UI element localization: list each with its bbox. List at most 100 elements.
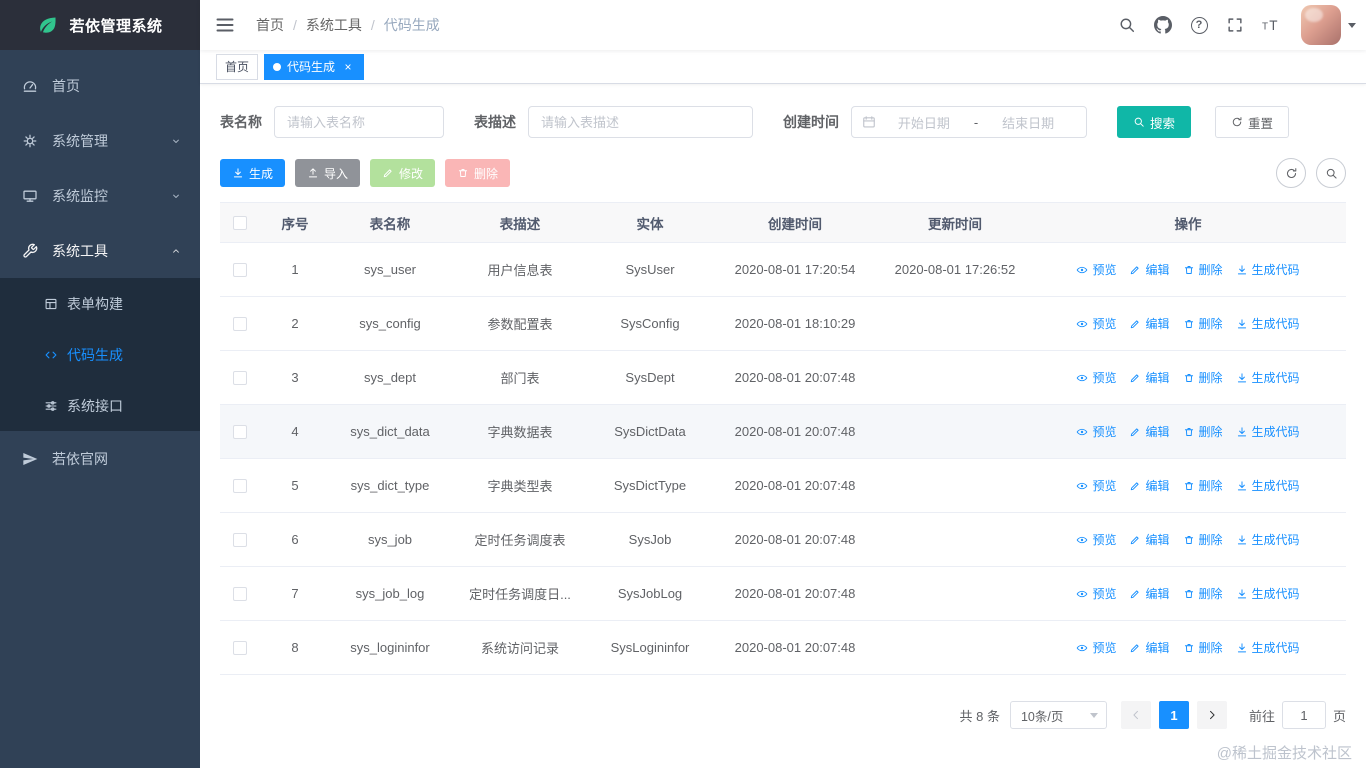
generate-code-link[interactable]: 生成代码 bbox=[1236, 315, 1300, 332]
sidebar-item-code-generation[interactable]: 代码生成 bbox=[0, 329, 200, 380]
table-row[interactable]: 4 sys_dict_data 字典数据表 SysDictData 2020-0… bbox=[220, 405, 1346, 459]
delete-link[interactable]: 删除 bbox=[1183, 369, 1223, 386]
sidebar-item-form-builder[interactable]: 表单构建 bbox=[0, 278, 200, 329]
sidebar-item-system-monitor[interactable]: 系统监控 bbox=[0, 168, 200, 223]
table-name-input[interactable] bbox=[274, 106, 444, 138]
font-size-button[interactable] bbox=[1253, 0, 1289, 50]
previous-page-button[interactable] bbox=[1121, 701, 1151, 729]
preview-link[interactable]: 预览 bbox=[1076, 531, 1116, 548]
sidebar-item-system-api[interactable]: 系统接口 bbox=[0, 380, 200, 431]
cell-entity: SysJobLog bbox=[590, 586, 710, 601]
delete-link[interactable]: 删除 bbox=[1183, 315, 1223, 332]
user-menu[interactable] bbox=[1301, 5, 1356, 45]
download-icon bbox=[1236, 534, 1248, 546]
breadcrumb-item[interactable]: 系统工具 bbox=[306, 15, 362, 35]
row-checkbox[interactable] bbox=[233, 371, 247, 385]
column-header-entity: 实体 bbox=[590, 213, 710, 233]
preview-link[interactable]: 预览 bbox=[1076, 639, 1116, 656]
edit-icon bbox=[1129, 642, 1141, 654]
edit-link[interactable]: 编辑 bbox=[1129, 315, 1169, 332]
reset-button[interactable]: 重置 bbox=[1215, 106, 1289, 138]
table-row[interactable]: 2 sys_config 参数配置表 SysConfig 2020-08-01 … bbox=[220, 297, 1346, 351]
delete-link[interactable]: 删除 bbox=[1183, 477, 1223, 494]
row-checkbox[interactable] bbox=[233, 263, 247, 277]
cell-table-desc: 参数配置表 bbox=[450, 314, 590, 333]
select-all-checkbox[interactable] bbox=[233, 216, 247, 230]
app-logo[interactable]: 若依管理系统 bbox=[0, 0, 200, 50]
edit-link[interactable]: 编辑 bbox=[1129, 261, 1169, 278]
toggle-search-button[interactable] bbox=[1316, 158, 1346, 188]
edit-link[interactable]: 编辑 bbox=[1129, 531, 1169, 548]
row-checkbox[interactable] bbox=[233, 641, 247, 655]
next-page-button[interactable] bbox=[1197, 701, 1227, 729]
eye-icon bbox=[1076, 480, 1088, 492]
table-row[interactable]: 5 sys_dict_type 字典类型表 SysDictType 2020-0… bbox=[220, 459, 1346, 513]
date-range-picker[interactable]: 开始日期 - 结束日期 bbox=[851, 106, 1087, 138]
preview-link[interactable]: 预览 bbox=[1076, 315, 1116, 332]
edit-link[interactable]: 编辑 bbox=[1129, 369, 1169, 386]
cell-created: 2020-08-01 20:07:48 bbox=[710, 532, 880, 547]
table-desc-input[interactable] bbox=[528, 106, 753, 138]
edit-link[interactable]: 编辑 bbox=[1129, 477, 1169, 494]
generate-code-link[interactable]: 生成代码 bbox=[1236, 585, 1300, 602]
preview-link[interactable]: 预览 bbox=[1076, 423, 1116, 440]
generate-code-link[interactable]: 生成代码 bbox=[1236, 423, 1300, 440]
row-checkbox[interactable] bbox=[233, 317, 247, 331]
github-button[interactable] bbox=[1145, 0, 1181, 50]
edit-icon bbox=[1129, 480, 1141, 492]
delete-link[interactable]: 删除 bbox=[1183, 261, 1223, 278]
date-range-separator: - bbox=[972, 115, 980, 130]
edit-link[interactable]: 编辑 bbox=[1129, 639, 1169, 656]
row-checkbox[interactable] bbox=[233, 479, 247, 493]
delete-link[interactable]: 删除 bbox=[1183, 585, 1223, 602]
edit-link[interactable]: 编辑 bbox=[1129, 423, 1169, 440]
page-unit-label: 页 bbox=[1333, 706, 1346, 725]
row-checkbox[interactable] bbox=[233, 533, 247, 547]
fullscreen-button[interactable] bbox=[1217, 0, 1253, 50]
eye-icon bbox=[1076, 642, 1088, 654]
generate-code-link[interactable]: 生成代码 bbox=[1236, 477, 1300, 494]
search-button[interactable]: 搜索 bbox=[1117, 106, 1191, 138]
generate-code-link[interactable]: 生成代码 bbox=[1236, 531, 1300, 548]
user-avatar[interactable] bbox=[1301, 5, 1341, 45]
preview-link[interactable]: 预览 bbox=[1076, 585, 1116, 602]
table-row[interactable]: 6 sys_job 定时任务调度表 SysJob 2020-08-01 20:0… bbox=[220, 513, 1346, 567]
generate-button[interactable]: 生成 bbox=[220, 159, 285, 187]
tab-home[interactable]: 首页 bbox=[216, 54, 258, 80]
sidebar-item-home[interactable]: 首页 bbox=[0, 58, 200, 113]
sidebar-item-system-management[interactable]: 系统管理 bbox=[0, 113, 200, 168]
generate-code-link[interactable]: 生成代码 bbox=[1236, 261, 1300, 278]
row-checkbox[interactable] bbox=[233, 425, 247, 439]
generate-code-link[interactable]: 生成代码 bbox=[1236, 369, 1300, 386]
edit-link[interactable]: 编辑 bbox=[1129, 585, 1169, 602]
end-date-placeholder[interactable]: 结束日期 bbox=[980, 113, 1076, 132]
refresh-table-button[interactable] bbox=[1276, 158, 1306, 188]
import-button[interactable]: 导入 bbox=[295, 159, 360, 187]
preview-link[interactable]: 预览 bbox=[1076, 369, 1116, 386]
start-date-placeholder[interactable]: 开始日期 bbox=[876, 113, 972, 132]
sidebar-item-system-tools[interactable]: 系统工具 bbox=[0, 223, 200, 278]
row-checkbox[interactable] bbox=[233, 587, 247, 601]
breadcrumb-item[interactable]: 首页 bbox=[256, 15, 284, 35]
table-row[interactable]: 3 sys_dept 部门表 SysDept 2020-08-01 20:07:… bbox=[220, 351, 1346, 405]
delete-link[interactable]: 删除 bbox=[1183, 531, 1223, 548]
docs-help-button[interactable]: ? bbox=[1181, 0, 1217, 50]
page-number-button[interactable]: 1 bbox=[1159, 701, 1189, 729]
close-icon[interactable]: × bbox=[341, 60, 355, 74]
table-row[interactable]: 7 sys_job_log 定时任务调度日... SysJobLog 2020-… bbox=[220, 567, 1346, 621]
page-size-select[interactable]: 10条/页 bbox=[1010, 701, 1107, 729]
sidebar-toggle-button[interactable] bbox=[200, 0, 250, 50]
table-row[interactable]: 8 sys_logininfor 系统访问记录 SysLogininfor 20… bbox=[220, 621, 1346, 675]
preview-link[interactable]: 预览 bbox=[1076, 261, 1116, 278]
header-search-button[interactable] bbox=[1109, 0, 1145, 50]
generate-code-link[interactable]: 生成代码 bbox=[1236, 639, 1300, 656]
table-row[interactable]: 1 sys_user 用户信息表 SysUser 2020-08-01 17:2… bbox=[220, 243, 1346, 297]
pagination: 共 8 条 10条/页 1 前往 页 bbox=[220, 701, 1346, 729]
tab-code-generation[interactable]: 代码生成 × bbox=[264, 54, 364, 80]
cell-table-desc: 系统访问记录 bbox=[450, 638, 590, 657]
preview-link[interactable]: 预览 bbox=[1076, 477, 1116, 494]
delete-link[interactable]: 删除 bbox=[1183, 639, 1223, 656]
goto-page-input[interactable] bbox=[1282, 701, 1326, 729]
delete-link[interactable]: 删除 bbox=[1183, 423, 1223, 440]
sidebar-item-official-site[interactable]: 若依官网 bbox=[0, 431, 200, 486]
